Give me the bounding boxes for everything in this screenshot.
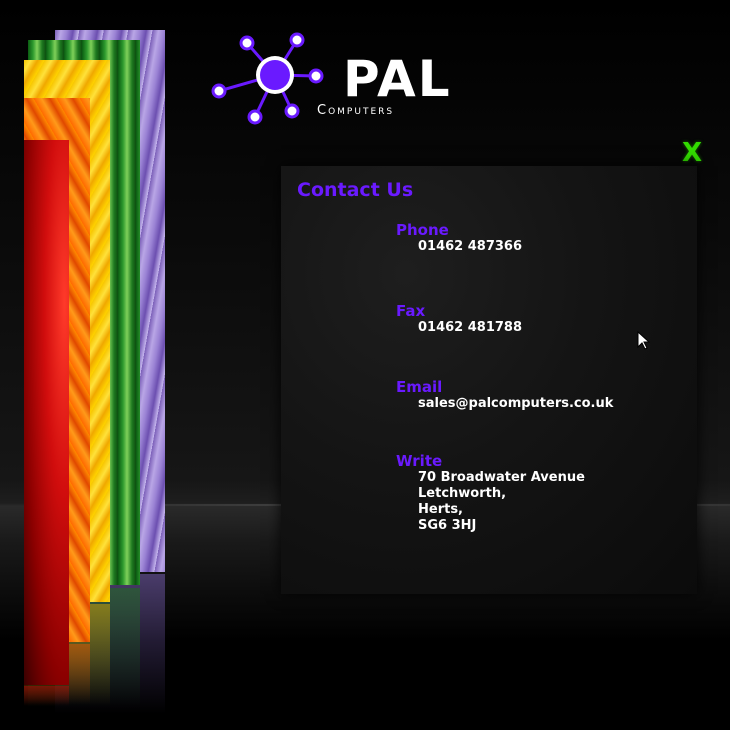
fax-label: Fax: [396, 302, 426, 320]
pal-computers-logo: PAL Computers: [205, 28, 455, 128]
page-title: Contact Us: [297, 179, 414, 201]
email-section: Email sales@palcomputers.co.uk: [396, 378, 613, 412]
pal-network-logo-icon: [211, 32, 324, 125]
address-line: Herts,: [418, 502, 463, 517]
email-label: Email: [396, 378, 443, 396]
address-label: Write: [396, 452, 443, 470]
fax-value: 01462 481788: [418, 320, 523, 335]
mouse-cursor-icon: [637, 331, 651, 350]
fax-section: Fax 01462 481788: [396, 302, 522, 336]
address-line: 70 Broadwater Avenue: [418, 470, 585, 485]
address-section: Write 70 Broadwater Avenue Letchworth, H…: [396, 452, 585, 534]
close-icon[interactable]: X: [679, 140, 705, 166]
red-flower-reflection: [24, 686, 69, 706]
address-line: SG6 3HJ: [418, 518, 477, 533]
phone-value: 01462 487366: [418, 239, 523, 254]
address-line: Letchworth,: [418, 486, 507, 501]
red-flower-panel: [24, 140, 69, 685]
phone-label: Phone: [396, 221, 449, 239]
contact-panel: Contact Us Phone 01462 487366 Fax 01462 …: [281, 166, 697, 594]
logo-wordmark: PAL: [343, 50, 452, 108]
phone-section: Phone 01462 487366: [396, 221, 522, 255]
logo-subtitle: Computers: [317, 103, 395, 118]
email-link[interactable]: sales@palcomputers.co.uk: [418, 396, 613, 412]
